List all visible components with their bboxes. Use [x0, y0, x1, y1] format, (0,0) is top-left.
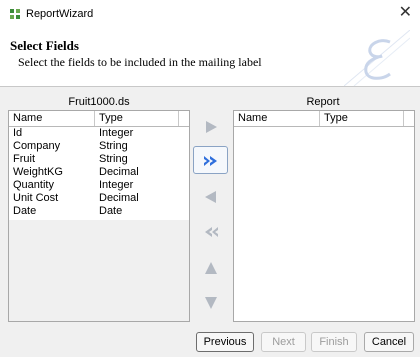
table-row[interactable]: Unit Cost Decimal [9, 192, 189, 205]
column-header-name[interactable]: Name [9, 111, 95, 126]
field-name: Date [13, 205, 37, 217]
table-row[interactable]: Company String [9, 140, 189, 153]
column-header-type[interactable]: Type [320, 111, 404, 126]
step-title: Select Fields [10, 38, 79, 53]
report-fields-header: Name Type [234, 111, 414, 127]
step-description: Select the fields to be included in the … [18, 55, 262, 69]
field-name: WeightKG [13, 166, 63, 178]
arrow-up-icon [205, 262, 217, 274]
field-name: Unit Cost [13, 192, 59, 204]
source-list-label: Fruit1000.ds [68, 96, 130, 108]
remove-field-button[interactable] [193, 182, 228, 210]
field-type: Date [99, 205, 123, 217]
field-name: Quantity [13, 179, 54, 191]
target-list-label: Report [306, 96, 340, 108]
move-down-button[interactable] [193, 288, 228, 316]
field-type: Decimal [99, 192, 139, 204]
add-field-button[interactable] [193, 112, 228, 140]
report-fields-list[interactable]: Name Type [233, 110, 415, 322]
available-fields-list[interactable]: Name Type Id Integer Company String Fruit Str… [8, 110, 190, 322]
wizard-logo-icon [344, 30, 410, 86]
field-type: String [99, 153, 128, 165]
add-all-fields-button[interactable] [193, 146, 228, 174]
arrow-down-icon [205, 297, 217, 309]
cancel-button[interactable]: Cancel [364, 332, 414, 352]
arrow-left-icon [205, 191, 216, 203]
window-title: ReportWizard [26, 8, 94, 20]
move-up-button[interactable] [193, 253, 228, 281]
field-name: Id [13, 127, 23, 139]
close-icon[interactable]: ✕ [399, 4, 412, 22]
remove-all-fields-button[interactable] [193, 217, 228, 245]
arrow-right-icon [206, 121, 217, 133]
title-bar: ReportWizard ✕ [0, 0, 420, 28]
column-header-type[interactable]: Type [95, 111, 179, 126]
wizard-header: Select Fields Select the fields to be in… [0, 28, 420, 87]
field-type: Integer [99, 179, 134, 191]
next-button[interactable]: Next [261, 332, 306, 352]
table-row[interactable]: WeightKG Decimal [9, 166, 189, 179]
table-row[interactable]: Date Date [9, 205, 189, 218]
double-arrow-left-icon [205, 227, 218, 237]
field-type: String [99, 140, 128, 152]
table-row[interactable]: Id Integer [9, 127, 189, 140]
available-fields-header: Name Type [9, 111, 189, 127]
column-header-name[interactable]: Name [234, 111, 320, 126]
table-row[interactable]: Fruit String [9, 153, 189, 166]
report-wizard-app-icon [10, 9, 20, 19]
list-empty-area [9, 220, 189, 321]
previous-button[interactable]: Previous [196, 332, 254, 352]
finish-button[interactable]: Finish [311, 332, 357, 352]
double-arrow-right-icon [204, 156, 217, 166]
field-type: Decimal [99, 166, 139, 178]
field-name: Fruit [13, 153, 35, 165]
table-row[interactable]: Quantity Integer [9, 179, 189, 192]
field-type: Integer [99, 127, 134, 139]
field-name: Company [13, 140, 61, 152]
